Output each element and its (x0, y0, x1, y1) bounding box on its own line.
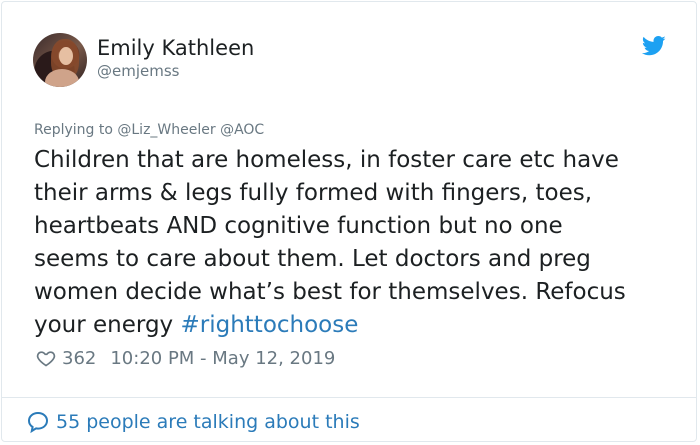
like-count[interactable]: 362 (62, 348, 96, 369)
tweet-text: Children that are homeless, in foster ca… (34, 144, 674, 342)
divider (2, 397, 696, 398)
conversation-text[interactable]: 55 people are talking about this (56, 411, 360, 433)
replying-to[interactable]: Replying to @Liz_Wheeler @AOC (34, 122, 264, 138)
author-handle[interactable]: @emjemss (97, 62, 179, 80)
tweet-line-last: your energy #righttochoose (34, 309, 674, 342)
tweet-line: seems to care about them. Let doctors an… (34, 246, 591, 272)
author-name[interactable]: Emily Kathleen (97, 36, 254, 60)
hashtag-link[interactable]: #righttochoose (180, 312, 358, 338)
avatar[interactable] (33, 33, 87, 87)
tweet-line: heartbeats AND cognitive function but no… (34, 213, 563, 239)
tweet-line: your energy (34, 312, 181, 338)
tweet-meta: 362 10:20 PM - May 12, 2019 (36, 346, 335, 370)
tweet-line: their arms & legs fully formed with fing… (34, 180, 593, 206)
tweet-header: Emily Kathleen @emjemss (33, 33, 666, 89)
tweet-line: women decide what’s best for themselves.… (34, 279, 626, 305)
heart-icon[interactable] (36, 348, 56, 368)
tweet-timestamp[interactable]: 10:20 PM - May 12, 2019 (110, 348, 335, 369)
conversation-link[interactable]: 55 people are talking about this (26, 409, 360, 435)
speech-bubble-icon[interactable] (26, 410, 50, 434)
tweet-card: Emily Kathleen @emjemss Replying to @Liz… (1, 1, 697, 442)
tweet-line: Children that are homeless, in foster ca… (34, 147, 619, 173)
twitter-bird-icon[interactable] (642, 36, 666, 56)
